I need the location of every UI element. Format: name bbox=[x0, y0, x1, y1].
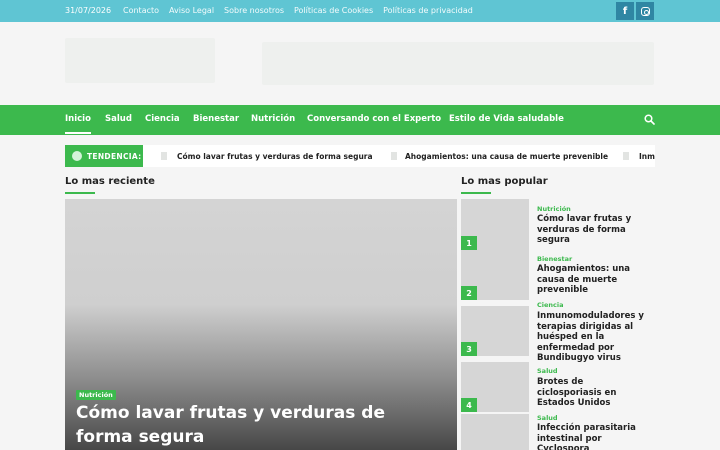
popular-rank-badge: 2 bbox=[461, 286, 477, 300]
top-link-sobre-nosotros[interactable]: Sobre nosotros bbox=[224, 6, 284, 15]
popular-category[interactable]: Ciencia bbox=[537, 301, 564, 309]
popular-title[interactable]: Inmunomoduladores y terapias dirigidas a… bbox=[537, 311, 649, 364]
popular-rank-badge: 4 bbox=[461, 398, 477, 412]
ticker-item[interactable]: Inmu bbox=[639, 152, 655, 161]
popular-title[interactable]: Cómo lavar frutas y verduras de forma se… bbox=[537, 214, 649, 246]
popular-title[interactable]: Brotes de ciclosporiasis en Estados Unid… bbox=[537, 377, 649, 409]
ticker-separator bbox=[391, 152, 397, 160]
top-link-cookies[interactable]: Políticas de Cookies bbox=[294, 6, 373, 15]
ticker-item[interactable]: Cómo lavar frutas y verduras de forma se… bbox=[177, 152, 373, 161]
popular-title[interactable]: Ahogamientos: una causa de muerte preven… bbox=[537, 264, 649, 296]
ticker-item[interactable]: Ahogamientos: una causa de muerte preven… bbox=[405, 152, 608, 161]
site-logo[interactable] bbox=[65, 38, 215, 83]
nav-item-ciencia[interactable]: Ciencia bbox=[145, 114, 180, 124]
popular-item[interactable]: 4 Salud Brotes de ciclosporiasis en Esta… bbox=[461, 362, 655, 412]
site-header bbox=[0, 22, 720, 105]
top-link-contacto[interactable]: Contacto bbox=[123, 6, 159, 15]
popular-category[interactable]: Bienestar bbox=[537, 255, 572, 263]
popular-title[interactable]: Infección parasitaria intestinal por Cyc… bbox=[537, 423, 649, 450]
nav-item-estilo-de-vida[interactable]: Estilo de Vida saludable bbox=[449, 114, 564, 124]
ticker-label: TENDENCIA: bbox=[65, 145, 143, 167]
popular-rank-badge: 1 bbox=[461, 236, 477, 250]
popular-category[interactable]: Salud bbox=[537, 414, 558, 422]
hero-article-title[interactable]: Cómo lavar frutas y verduras de forma se… bbox=[76, 401, 446, 449]
ticker-dot-icon bbox=[72, 151, 82, 161]
popular-thumbnail[interactable] bbox=[461, 414, 529, 450]
hero-category-badge[interactable]: Nutrición bbox=[76, 390, 116, 400]
current-date: 31/07/2026 bbox=[65, 6, 112, 15]
facebook-icon[interactable]: f bbox=[616, 2, 634, 20]
latest-section-title: Lo mas reciente bbox=[65, 176, 155, 194]
top-link-privacidad[interactable]: Políticas de privacidad bbox=[383, 6, 473, 15]
ticker-separator bbox=[623, 152, 629, 160]
hero-article[interactable]: Nutrición Cómo lavar frutas y verduras d… bbox=[65, 199, 457, 450]
popular-section-title: Lo mas popular bbox=[461, 176, 548, 194]
top-links: Contacto Aviso Legal Sobre nosotros Polí… bbox=[123, 6, 473, 15]
trending-ticker: TENDENCIA: Cómo lavar frutas y verduras … bbox=[65, 145, 655, 167]
top-link-aviso-legal[interactable]: Aviso Legal bbox=[169, 6, 214, 15]
nav-item-nutricion[interactable]: Nutrición bbox=[251, 114, 295, 124]
nav-item-bienestar[interactable]: Bienestar bbox=[193, 114, 239, 124]
nav-item-inicio[interactable]: Inicio bbox=[65, 114, 91, 134]
popular-item[interactable]: Salud Infección parasitaria intestinal p… bbox=[461, 414, 655, 450]
popular-item[interactable]: 3 Ciencia Inmunomoduladores y terapias d… bbox=[461, 301, 655, 363]
header-banner bbox=[262, 42, 654, 85]
main-nav: Inicio Salud Ciencia Bienestar Nutrición… bbox=[0, 105, 720, 135]
popular-category[interactable]: Salud bbox=[537, 367, 558, 375]
nav-item-salud[interactable]: Salud bbox=[105, 114, 132, 124]
popular-category[interactable]: Nutrición bbox=[537, 205, 571, 213]
nav-item-conversando[interactable]: Conversando con el Experto bbox=[307, 114, 441, 124]
popular-rank-badge: 3 bbox=[461, 342, 477, 356]
popular-item[interactable]: 1 Nutrición Cómo lavar frutas y verduras… bbox=[461, 199, 655, 251]
instagram-icon[interactable] bbox=[636, 2, 654, 20]
top-bar: 31/07/2026 Contacto Aviso Legal Sobre no… bbox=[0, 0, 720, 22]
search-icon[interactable] bbox=[644, 114, 655, 125]
ticker-separator bbox=[161, 152, 167, 160]
popular-item[interactable]: 2 Bienestar Ahogamientos: una causa de m… bbox=[461, 251, 655, 301]
